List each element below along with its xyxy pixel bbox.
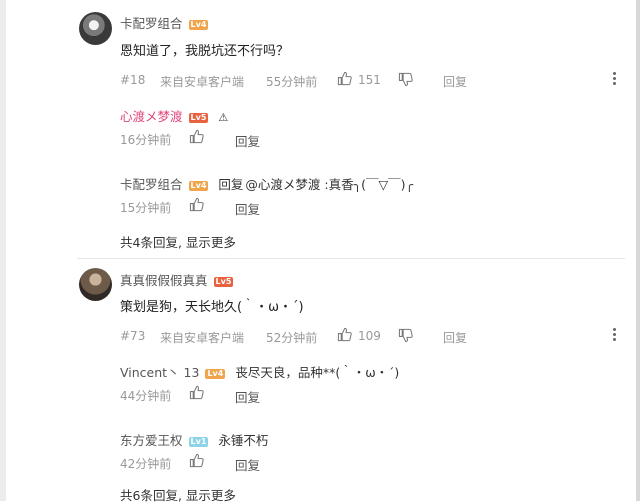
level-badge: Lv4 — [188, 20, 209, 30]
thumbs-down-icon[interactable] — [398, 72, 413, 87]
comment-username[interactable]: 卡配罗组合 Lv4 — [120, 13, 209, 32]
thumbs-down-icon[interactable] — [398, 328, 413, 343]
comment-username[interactable]: 真真假假假真真 Lv5 — [120, 270, 234, 289]
reply-button[interactable]: 回复 — [235, 199, 260, 218]
floor-number: #73 — [120, 329, 146, 343]
reply-time: 16分钟前 — [120, 133, 172, 147]
scrollbar[interactable] — [636, 0, 640, 501]
like-count: 109 — [358, 329, 381, 343]
level-badge: Lv1 — [188, 437, 209, 447]
show-more-replies[interactable]: 共4条回复, 显示更多 — [120, 232, 236, 251]
thumbs-up-icon[interactable] — [189, 385, 204, 400]
reply-username[interactable]: 卡配罗组合 Lv4 回复 @心渡メ梦渡 :真香╮(￣▽￣)╭ — [120, 174, 413, 193]
more-vertical-icon[interactable] — [613, 328, 616, 343]
left-edge — [0, 0, 6, 501]
reply-text: @心渡メ梦渡 :真香╮(￣▽￣)╭ — [245, 177, 414, 192]
like-count: 151 — [358, 73, 381, 87]
username-text[interactable]: 卡配罗组合 — [120, 16, 183, 31]
avatar[interactable] — [79, 268, 112, 301]
reply-button[interactable]: 回复 — [235, 387, 260, 406]
thumbs-up-icon[interactable] — [189, 197, 204, 212]
more-vertical-icon[interactable] — [613, 72, 616, 87]
reply-prefix: 回复 — [218, 177, 244, 192]
level-badge: Lv4 — [205, 369, 226, 379]
reply-text: 丧尽天良，品种**(｀・ω・´) — [235, 365, 400, 380]
comment-text: 策划是狗，天长地久(｀・ω・´) — [120, 300, 304, 315]
reply-time: 42分钟前 — [120, 457, 172, 471]
reply-username[interactable]: 东方爱王权 Lv1 永锤不朽 — [120, 430, 268, 449]
thumbs-up-icon[interactable] — [337, 327, 352, 342]
reply-username[interactable]: Vincent丶 13 Lv4 丧尽天良，品种**(｀・ω・´) — [120, 362, 399, 381]
reply-time: 15分钟前 — [120, 201, 172, 215]
reply-text: 永锤不朽 — [218, 433, 269, 448]
reply-button[interactable]: 回复 — [443, 73, 467, 90]
thumbs-up-icon[interactable] — [337, 71, 352, 86]
username-text[interactable]: 心渡メ梦渡 — [120, 109, 183, 124]
username-text[interactable]: 东方爱王权 — [120, 433, 183, 448]
comment-source: 来自安卓客户端 — [160, 75, 245, 89]
reply-text: ⚠ — [218, 111, 229, 124]
level-badge: Lv4 — [188, 181, 209, 191]
thumbs-up-icon[interactable] — [189, 453, 204, 468]
username-text[interactable]: 真真假假假真真 — [120, 273, 208, 288]
reply-button[interactable]: 回复 — [235, 131, 260, 150]
divider — [77, 258, 625, 259]
comment-source: 来自安卓客户端 — [160, 331, 245, 345]
reply-button[interactable]: 回复 — [235, 455, 260, 474]
avatar[interactable] — [79, 12, 112, 45]
level-badge: Lv5 — [213, 277, 234, 287]
reply-time: 44分钟前 — [120, 389, 172, 403]
reply-button[interactable]: 回复 — [443, 329, 467, 346]
username-text[interactable]: Vincent丶 13 — [120, 365, 199, 380]
username-text[interactable]: 卡配罗组合 — [120, 177, 183, 192]
thumbs-up-icon[interactable] — [189, 129, 204, 144]
comment-time: 52分钟前 — [266, 331, 318, 345]
level-badge: Lv5 — [188, 113, 209, 123]
comment-text: 恩知道了，我脱坑还不行吗？ — [120, 44, 290, 59]
comment-time: 55分钟前 — [266, 75, 318, 89]
show-more-replies[interactable]: 共6条回复, 显示更多 — [120, 485, 236, 504]
reply-username[interactable]: 心渡メ梦渡 Lv5 ⚠ — [120, 106, 228, 125]
floor-number: #18 — [120, 73, 146, 87]
